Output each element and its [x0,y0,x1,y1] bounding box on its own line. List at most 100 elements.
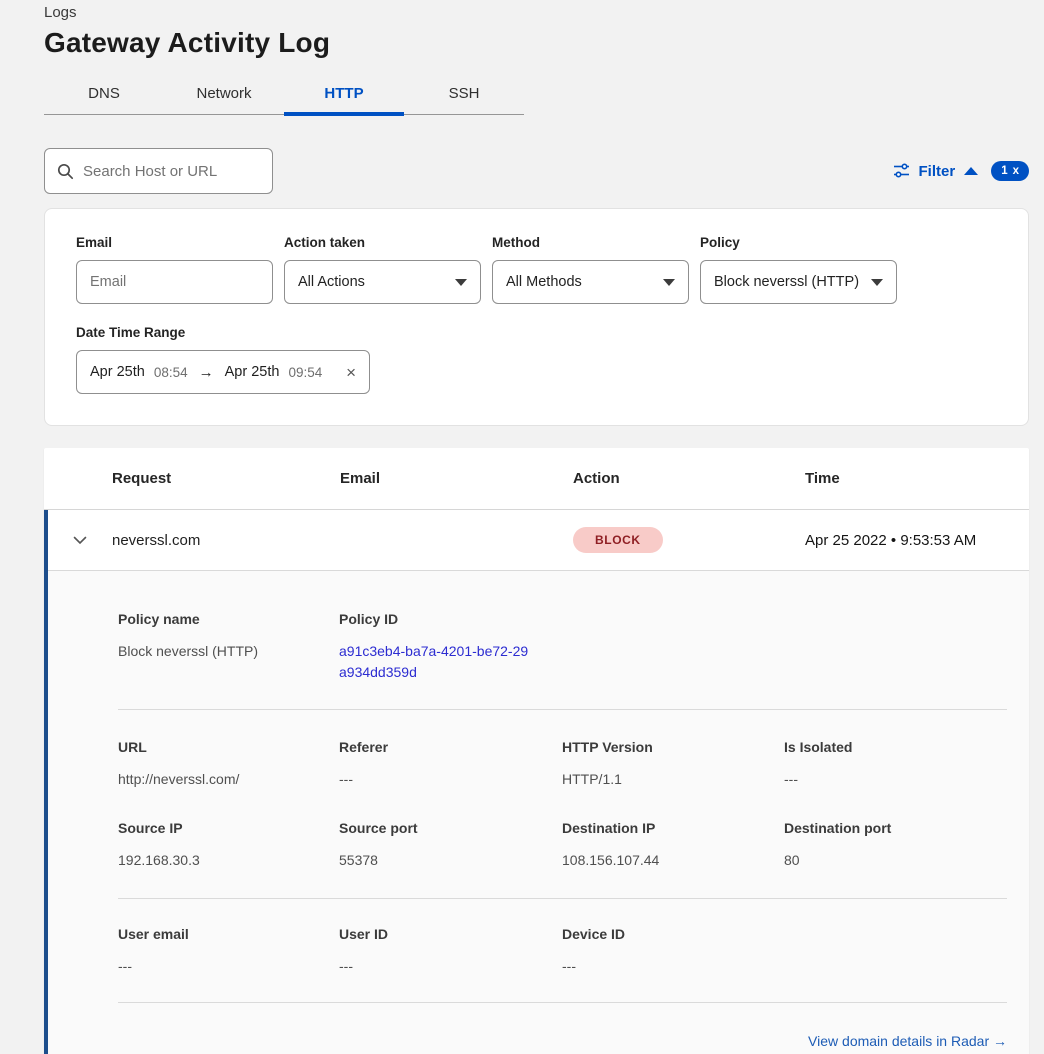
date-range-picker[interactable]: Apr 25th 08:54 → Apr 25th 09:54 × [76,350,370,394]
action-taken-value: All Actions [298,274,365,290]
method-select[interactable]: All Methods [492,260,689,304]
http-version-field: HTTP Version HTTP/1.1 [562,739,784,790]
user-id-field: User ID --- [339,926,562,977]
destination-port-value: 80 [784,850,1007,871]
table-header: Request Email Action Time [44,448,1029,510]
filter-toggle[interactable]: Filter 1 x [893,161,1030,181]
filter-count-badge[interactable]: 1 x [991,161,1029,181]
col-time: Time [805,470,1029,487]
user-id-value: --- [339,956,562,977]
search-box[interactable] [44,148,273,194]
filter-panel: Email Action taken All Actions Method Al… [44,208,1029,426]
row-time: Apr 25 2022 • 9:53:53 AM [805,532,1029,549]
chevron-down-icon [455,279,467,286]
search-input[interactable] [83,163,260,180]
is-isolated-field: Is Isolated --- [784,739,1007,790]
source-port-field: Source port 55378 [339,820,562,871]
tab-ssh[interactable]: SSH [404,77,524,114]
policy-id-field: Policy ID a91c3eb4-ba7a-4201-be72-29a934… [339,611,562,683]
device-id-label: Device ID [562,926,784,942]
end-time: 09:54 [288,365,322,380]
http-version-label: HTTP Version [562,739,784,755]
end-date: Apr 25th [225,364,280,380]
policy-section: Policy name Block neverssl (HTTP) Policy… [118,571,1007,709]
breadcrumb: Logs [44,4,1029,21]
filter-field-action: Action taken All Actions [284,235,481,304]
filter-count: 1 [1001,165,1007,177]
policy-name-value: Block neverssl (HTTP) [118,641,339,662]
row-details-panel: Policy name Block neverssl (HTTP) Policy… [48,571,1029,1054]
col-action: Action [573,470,805,487]
radar-section: View domain details in Radar → [118,1002,1007,1054]
clear-date-icon[interactable]: × [346,364,356,381]
policy-select[interactable]: Block neverssl (HTTP) [700,260,897,304]
is-isolated-label: Is Isolated [784,739,1007,755]
expanded-row-group: neverssl.com BLOCK Apr 25 2022 • 9:53:53… [44,510,1029,1054]
table-row[interactable]: neverssl.com BLOCK Apr 25 2022 • 9:53:53… [48,510,1029,571]
block-status-badge: BLOCK [573,527,663,553]
user-email-field: User email --- [118,926,339,977]
user-email-label: User email [118,926,339,942]
url-value: http://neverssl.com/ [118,769,339,790]
source-ip-value: 192.168.30.3 [118,850,339,871]
col-email: Email [340,470,573,487]
radar-details-link[interactable]: View domain details in Radar → [808,1033,1007,1049]
method-value: All Methods [506,274,582,290]
is-isolated-value: --- [784,769,1007,790]
policy-id-label: Policy ID [339,611,562,627]
policy-id-link[interactable]: a91c3eb4-ba7a-4201-be72-29a934dd359d [339,641,529,683]
search-icon [57,163,74,180]
destination-ip-field: Destination IP 108.156.107.44 [562,820,784,871]
start-date: Apr 25th [90,364,145,380]
device-id-field: Device ID --- [562,926,784,977]
tab-bar: DNS Network HTTP SSH [44,77,524,115]
url-field: URL http://neverssl.com/ [118,739,339,790]
filter-field-email: Email [76,235,273,304]
search-filter-row: Filter 1 x [44,148,1029,194]
method-label: Method [492,235,689,250]
http-section: URL http://neverssl.com/ Referer --- HTT… [118,709,1007,898]
row-action-cell: BLOCK [573,527,805,553]
start-time: 08:54 [154,365,188,380]
arrow-right-icon: → [197,364,216,381]
tab-dns[interactable]: DNS [44,77,164,114]
policy-name-label: Policy name [118,611,339,627]
referer-label: Referer [339,739,562,755]
destination-port-label: Destination port [784,820,1007,836]
log-table: Request Email Action Time neverssl.com B… [44,448,1029,1054]
action-taken-label: Action taken [284,235,481,250]
device-id-value: --- [562,956,784,977]
row-request: neverssl.com [112,532,340,549]
source-ip-field: Source IP 192.168.30.3 [118,820,339,871]
user-id-label: User ID [339,926,562,942]
row-expand-chevron-icon[interactable] [48,536,112,545]
page-title: Gateway Activity Log [44,27,1029,59]
filter-field-daterange: Date Time Range Apr 25th 08:54 → Apr 25t… [76,325,370,394]
user-section: User email --- User ID --- Device ID --- [118,898,1007,1002]
filter-field-policy: Policy Block neverssl (HTTP) [700,235,897,304]
tab-http[interactable]: HTTP [284,77,404,114]
chevron-up-icon[interactable] [964,167,978,175]
source-port-label: Source port [339,820,562,836]
email-label: Email [76,235,273,250]
url-label: URL [118,739,339,755]
destination-ip-label: Destination IP [562,820,784,836]
filter-clear-x[interactable]: x [1013,165,1019,177]
referer-value: --- [339,769,562,790]
source-port-value: 55378 [339,850,562,871]
col-request: Request [112,470,340,487]
chevron-down-icon [663,279,675,286]
user-email-value: --- [118,956,339,977]
policy-value: Block neverssl (HTTP) [714,274,859,290]
action-taken-select[interactable]: All Actions [284,260,481,304]
tab-network[interactable]: Network [164,77,284,114]
email-input[interactable] [90,274,259,290]
filter-sliders-icon [893,163,910,179]
chevron-down-icon [871,279,883,286]
policy-label: Policy [700,235,897,250]
filter-label: Filter [919,163,956,180]
destination-ip-value: 108.156.107.44 [562,850,784,871]
referer-field: Referer --- [339,739,562,790]
source-ip-label: Source IP [118,820,339,836]
filter-field-method: Method All Methods [492,235,689,304]
